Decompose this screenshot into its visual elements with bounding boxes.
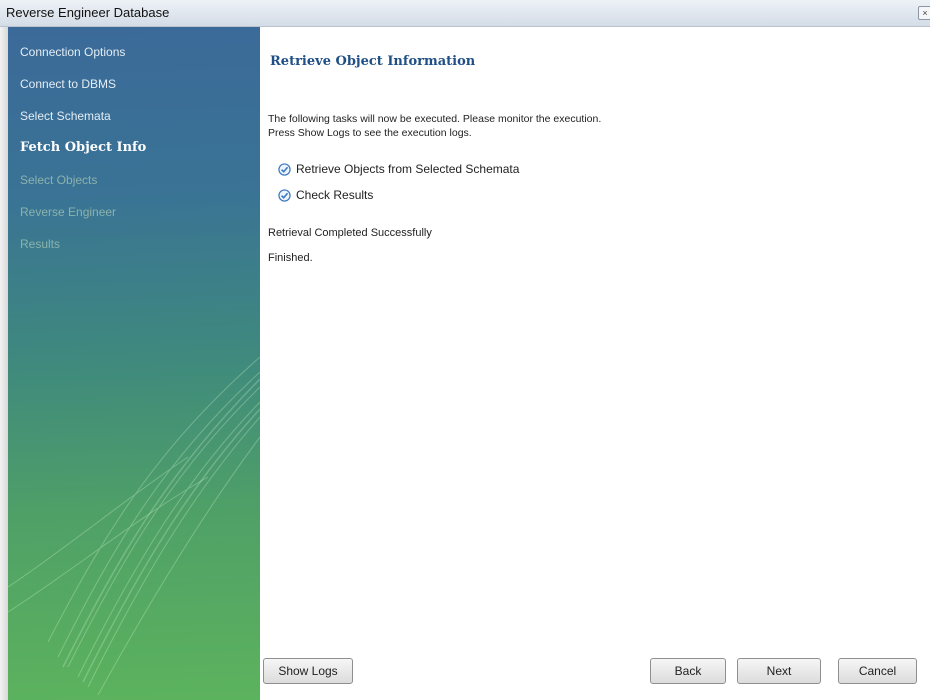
wizard-content: Retrieve Object Information The followin… [260, 27, 930, 700]
task-check-results: Check Results [278, 188, 373, 202]
task-label: Check Results [296, 188, 374, 202]
wizard-sidebar: Connection Options Connect to DBMS Selec… [8, 27, 260, 700]
sidebar-step-results: Results [20, 237, 61, 251]
window-title: Reverse Engineer Database [6, 5, 170, 20]
sidebar-background-art [8, 356, 260, 696]
task-retrieve-objects: Retrieve Objects from Selected Schemata [278, 162, 519, 176]
task-label: Retrieve Objects from Selected Schemata [296, 162, 520, 176]
next-button[interactable]: Next [737, 658, 821, 684]
check-circle-icon [278, 162, 291, 176]
window-titlebar: Reverse Engineer Database × [0, 0, 930, 27]
window-left-border [0, 27, 8, 700]
status-finished: Finished. [268, 252, 313, 264]
status-retrieval-completed: Retrieval Completed Successfully [268, 227, 432, 239]
page-title: Retrieve Object Information [270, 54, 476, 69]
sidebar-step-select-schemata: Select Schemata [20, 109, 111, 123]
check-circle-icon [278, 188, 291, 202]
description-line-2: Press Show Logs to see the execution log… [268, 127, 472, 139]
cancel-button[interactable]: Cancel [838, 658, 917, 684]
sidebar-step-select-objects: Select Objects [20, 173, 98, 187]
back-button[interactable]: Back [650, 658, 726, 684]
show-logs-button[interactable]: Show Logs [263, 658, 353, 684]
sidebar-step-connect-to-dbms: Connect to DBMS [20, 77, 117, 91]
sidebar-step-connection-options: Connection Options [20, 45, 126, 59]
close-icon[interactable]: × [918, 6, 930, 20]
sidebar-step-fetch-object-info: Fetch Object Info [20, 140, 147, 155]
description-line-1: The following tasks will now be executed… [268, 113, 602, 125]
sidebar-step-reverse-engineer: Reverse Engineer [20, 205, 117, 219]
